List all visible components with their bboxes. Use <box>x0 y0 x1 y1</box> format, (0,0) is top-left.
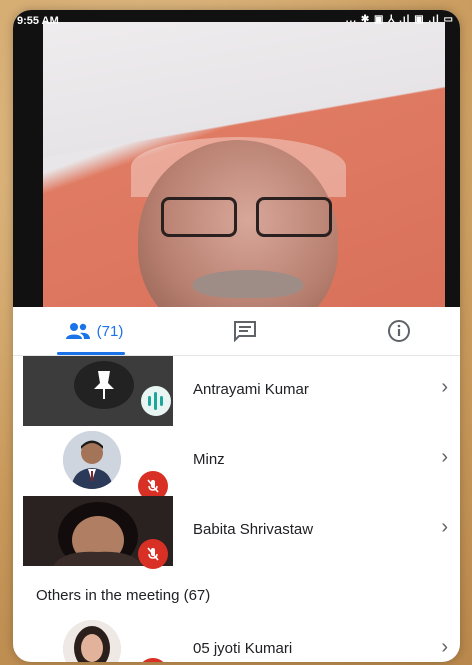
speaker-glasses <box>161 197 332 237</box>
tab-bar: (71) <box>13 307 460 356</box>
chevron-right-icon[interactable]: › <box>441 376 448 399</box>
info-icon <box>388 320 410 342</box>
chevron-right-icon[interactable]: › <box>441 636 448 659</box>
muted-badge <box>138 658 168 662</box>
mic-off-icon <box>147 479 159 493</box>
tab-chat[interactable] <box>223 307 267 355</box>
participant-row[interactable]: Minz › <box>13 426 460 501</box>
people-icon <box>65 323 90 339</box>
main-video[interactable] <box>13 10 460 307</box>
speaker-video-frame <box>43 22 445 307</box>
person-photo <box>63 620 121 662</box>
tab-people[interactable]: (71) <box>53 307 135 355</box>
chevron-right-icon[interactable]: › <box>441 516 448 539</box>
pinned-avatar <box>74 361 134 409</box>
mic-off-icon <box>147 547 159 561</box>
chat-icon <box>234 321 256 342</box>
participant-name: Antrayami Kumar <box>193 381 309 398</box>
participant-name: 05 jyoti Kumari <box>193 640 293 657</box>
active-tab-indicator <box>57 352 125 355</box>
participant-row[interactable]: Antrayami Kumar › <box>13 356 460 426</box>
participant-row[interactable]: Babita Shrivastaw › <box>13 496 460 569</box>
participant-name: Minz <box>193 451 225 468</box>
speaking-indicator <box>141 386 171 416</box>
tab-info[interactable] <box>377 307 421 355</box>
status-bar: 9:55 AM ... ✱ ▣ ⅄ .ıl ▣ .ıl ▭ <box>13 10 460 32</box>
status-time: 9:55 AM <box>17 15 59 27</box>
participant-row[interactable]: 05 jyoti Kumari › <box>13 618 460 662</box>
muted-badge <box>138 539 168 569</box>
phone-screen: 9:55 AM ... ✱ ▣ ⅄ .ıl ▣ .ıl ▭ (71) Antra… <box>13 10 460 662</box>
status-icons: ... ✱ ▣ ⅄ .ıl ▣ .ıl ▭ <box>345 14 454 25</box>
participant-name: Babita Shrivastaw <box>193 521 314 538</box>
avatar <box>63 431 121 489</box>
pin-icon <box>94 371 114 399</box>
chevron-right-icon[interactable]: › <box>441 446 448 469</box>
people-count: (71) <box>96 322 124 340</box>
audio-level-icon <box>148 392 163 410</box>
avatar <box>63 620 121 662</box>
person-photo <box>63 431 121 489</box>
others-section-title: Others in the meeting (67) <box>36 587 211 604</box>
